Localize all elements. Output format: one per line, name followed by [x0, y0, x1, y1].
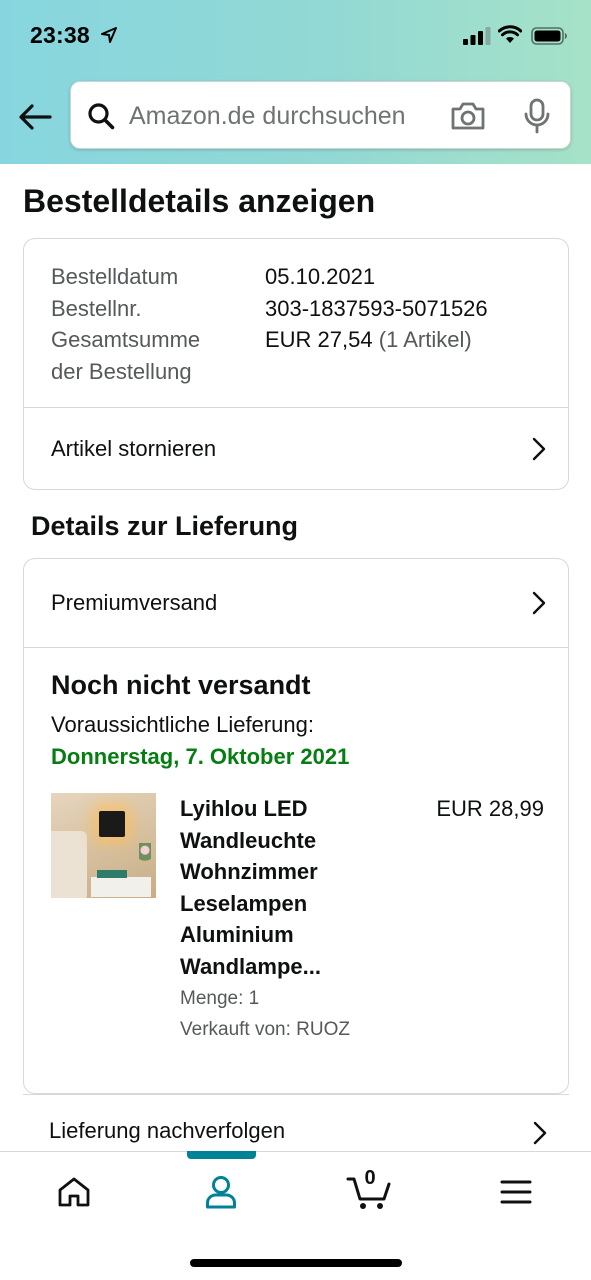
- chevron-right-icon: [533, 1121, 547, 1145]
- cancel-items-link[interactable]: Artikel stornieren: [24, 408, 568, 490]
- location-arrow-icon: [101, 27, 117, 43]
- product-image-headboard: [51, 831, 87, 898]
- order-date-label: Bestelldatum: [51, 264, 179, 289]
- status-time: 23:38: [30, 22, 90, 48]
- shipping-method-link[interactable]: Premiumversand: [24, 559, 568, 647]
- product-quantity: Menge: 1: [180, 988, 260, 1009]
- order-number-label: Bestellnr.: [51, 295, 142, 321]
- order-info: Bestelldatum 05.10.2021 Bestellnr. 303-1…: [51, 261, 551, 387]
- nav-active-indicator: [187, 1151, 256, 1159]
- back-button[interactable]: [14, 97, 56, 137]
- order-total-label-line2: der Bestellung: [51, 358, 192, 384]
- wifi-icon: [498, 25, 522, 43]
- delivery-section-title: Details zur Lieferung: [31, 511, 299, 541]
- delivery-card: Premiumversand Noch nicht versandt Vorau…: [23, 558, 569, 1094]
- order-total-item-count: (1 Artikel): [378, 327, 472, 352]
- expected-delivery-date: Donnerstag, 7. Oktober 2021: [51, 744, 350, 769]
- page-title: Bestelldetails anzeigen: [23, 183, 376, 219]
- product-title[interactable]: Lyihlou LED Wandleuchte Wohnzimmer Lesel…: [180, 793, 405, 983]
- search-icon: [88, 103, 115, 130]
- product-image-book: [97, 870, 127, 878]
- order-total-row: Gesamtsumme der Bestellung EUR 27,54 (1 …: [51, 324, 551, 387]
- order-total-amount: EUR 27,54: [265, 327, 373, 352]
- shipping-method-label: Premiumversand: [51, 590, 218, 615]
- chevron-right-icon: [532, 437, 546, 461]
- product-image-plant: [139, 843, 151, 879]
- status-bar: 23:38: [0, 0, 591, 72]
- app-header: 23:38: [0, 0, 591, 164]
- nav-menu[interactable]: [476, 1152, 556, 1232]
- person-icon: [206, 1176, 236, 1209]
- order-number-value: 303-1837593-5071526: [265, 295, 488, 321]
- product-price: EUR 28,99: [436, 796, 544, 821]
- cart-count-badge: 0: [364, 1167, 376, 1189]
- order-total-label: Gesamtsumme der Bestellung: [51, 324, 265, 387]
- divider: [24, 647, 568, 648]
- order-date-row: Bestelldatum 05.10.2021: [51, 261, 551, 293]
- camera-icon[interactable]: [450, 100, 486, 132]
- chevron-right-icon: [532, 591, 546, 615]
- microphone-icon[interactable]: [523, 98, 551, 134]
- search-input[interactable]: [129, 94, 429, 138]
- cellular-signal-icon: [463, 27, 491, 45]
- track-delivery-link[interactable]: Lieferung nachverfolgen: [23, 1094, 569, 1152]
- nav-cart[interactable]: 0: [329, 1152, 409, 1232]
- order-total-label-line1: Gesamtsumme: [51, 327, 201, 352]
- divider: [23, 1094, 569, 1095]
- nav-home[interactable]: [34, 1152, 114, 1232]
- hamburger-menu-icon: [500, 1180, 532, 1204]
- shipment-status: Noch nicht versandt: [51, 670, 311, 700]
- product-image-lamp: [99, 811, 125, 837]
- expected-delivery-label: Voraussichtliche Lieferung:: [51, 712, 314, 737]
- cancel-items-label: Artikel stornieren: [51, 436, 217, 461]
- battery-icon: [531, 27, 567, 45]
- home-indicator: [190, 1259, 402, 1267]
- track-delivery-label: Lieferung nachverfolgen: [49, 1118, 286, 1143]
- order-date-value: 05.10.2021: [265, 264, 376, 289]
- search-bar[interactable]: [70, 81, 571, 149]
- arrow-left-icon: [19, 104, 52, 130]
- product-image[interactable]: [51, 793, 156, 898]
- product-image-table: [91, 877, 151, 897]
- order-total-value: EUR 27,54 (1 Artikel): [265, 324, 472, 387]
- order-number-row: Bestellnr. 303-1837593-5071526: [51, 293, 551, 325]
- nav-account[interactable]: [181, 1152, 261, 1232]
- home-icon: [58, 1177, 90, 1207]
- product-seller: Verkauft von: RUOZ: [180, 1019, 351, 1040]
- order-summary-card: Bestelldatum 05.10.2021 Bestellnr. 303-1…: [23, 238, 569, 490]
